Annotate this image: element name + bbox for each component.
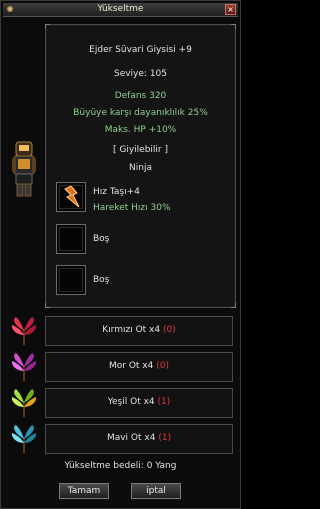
- green-herb-icon[interactable]: [8, 387, 40, 419]
- herb-row-blue: Mavi Ot x4 (1): [5, 422, 236, 454]
- herb-label-green: Yeşil Ot x4 (1): [107, 397, 171, 407]
- upgrade-cost: Yükseltme bedeli: 0 Yang: [64, 461, 177, 471]
- upgrade-window: Yükseltme × Ejder Süvari Giysisi +9 Sevi…: [0, 0, 241, 509]
- window-title: Yükseltme: [97, 4, 144, 14]
- herb-row-purple: Mor Ot x4 (0): [5, 350, 236, 382]
- herb-box-red: Kırmızı Ot x4 (0): [45, 316, 233, 346]
- item-stat-magic-resist: Büyüye karşı dayanıklılık 25%: [73, 108, 208, 118]
- socket-2-label: Boş: [93, 234, 110, 244]
- wearable-header: [ Giyilebilir ]: [113, 145, 168, 155]
- red-herb-icon[interactable]: [8, 315, 40, 347]
- herb-count-red: (0): [162, 325, 176, 335]
- item-stat-max-hp: Maks. HP +10%: [104, 125, 177, 135]
- herb-box-purple: Mor Ot x4 (0): [45, 352, 233, 382]
- socket-slot-3[interactable]: [56, 265, 86, 295]
- herb-label-red: Kırmızı Ot x4 (0): [102, 325, 176, 335]
- herb-row-red: Kırmızı Ot x4 (0): [5, 314, 236, 346]
- herb-row-green: Yeşil Ot x4 (1): [5, 386, 236, 418]
- speed-stone-icon: [64, 185, 80, 208]
- item-stat-defense: Defans 320: [114, 91, 167, 101]
- item-level: Seviye: 105: [113, 69, 167, 79]
- socket-slot-2[interactable]: [56, 224, 86, 254]
- herb-count-blue: (1): [158, 433, 172, 443]
- herb-box-green: Yeşil Ot x4 (1): [45, 388, 233, 418]
- blue-herb-icon[interactable]: [8, 423, 40, 455]
- herb-count-green: (1): [157, 397, 171, 407]
- socket-1-name: Hız Taşı+4: [93, 187, 140, 197]
- purple-herb-icon[interactable]: [8, 351, 40, 383]
- herb-label-blue: Mavi Ot x4 (1): [106, 433, 172, 443]
- herb-label-purple: Mor Ot x4 (0): [109, 361, 169, 371]
- close-button[interactable]: ×: [225, 4, 236, 15]
- item-info-panel: Ejder Süvari Giysisi +9 Seviye: 105 Defa…: [45, 24, 236, 308]
- cancel-button[interactable]: iptal: [131, 483, 181, 499]
- ninja-armor-icon[interactable]: [10, 140, 38, 198]
- socket-slot-1[interactable]: [56, 182, 86, 212]
- herb-count-purple: (0): [156, 361, 169, 371]
- wearable-class: Ninja: [129, 163, 152, 173]
- item-name: Ejder Süvari Giysisi +9: [89, 45, 192, 55]
- title-bar[interactable]: Yükseltme ×: [3, 3, 238, 17]
- socket-3-label: Boş: [93, 275, 110, 285]
- ok-button[interactable]: Tamam: [59, 483, 109, 499]
- socket-1-bonus: Hareket Hızı 30%: [93, 203, 171, 213]
- herb-box-blue: Mavi Ot x4 (1): [45, 424, 233, 454]
